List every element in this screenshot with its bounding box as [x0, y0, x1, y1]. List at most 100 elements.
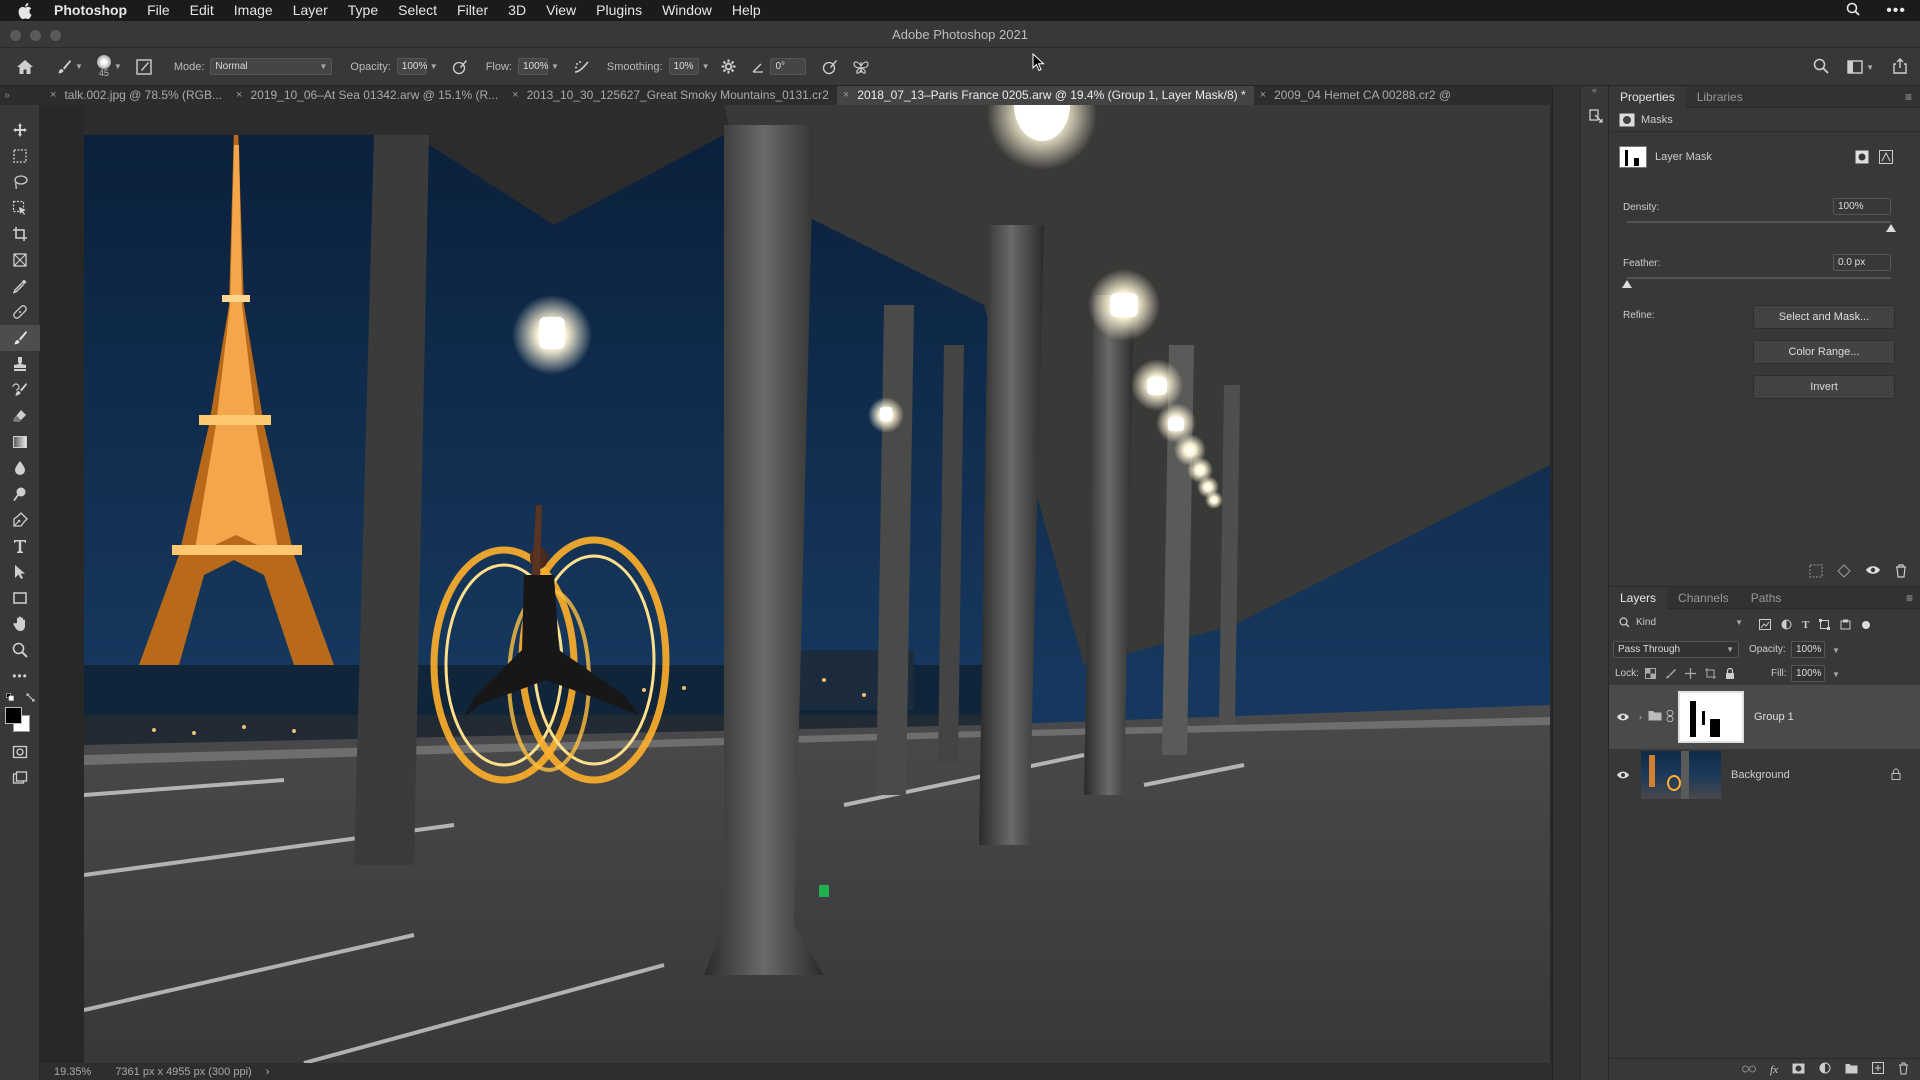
select-and-mask-button[interactable]: Select and Mask... [1753, 305, 1895, 329]
collapse-panels-icon[interactable]: « [1581, 86, 1608, 95]
share-button[interactable] [1892, 57, 1908, 77]
tab-document-1[interactable]: × talk.002.jpg @ 78.5% (RGB... [44, 86, 230, 105]
menu-file[interactable]: File [137, 0, 180, 21]
eyedropper-tool[interactable] [0, 273, 40, 299]
feather-input[interactable]: 0.0 px [1833, 254, 1891, 271]
eraser-tool[interactable] [0, 403, 40, 429]
panel-menu-icon[interactable]: ≡ [1905, 90, 1912, 104]
brush-settings-toggle[interactable] [136, 48, 152, 86]
path-selection-tool[interactable] [0, 559, 40, 585]
tab-layers[interactable]: Layers [1609, 586, 1668, 609]
mode-select[interactable]: Normal ▼ [210, 58, 333, 75]
screen-mode-button[interactable] [0, 765, 40, 791]
frame-tool[interactable] [0, 247, 40, 273]
layer-row-background[interactable]: Background [1609, 749, 1920, 801]
density-input[interactable]: 100% [1833, 198, 1891, 215]
brush-angle-control[interactable] [752, 48, 764, 86]
layer-row-group-1[interactable]: › Group 1 [1609, 685, 1920, 749]
mask-link-icon[interactable] [1666, 709, 1674, 725]
group-mask-thumbnail[interactable] [1678, 691, 1744, 743]
lock-position-icon[interactable] [1685, 668, 1696, 682]
brush-preset-picker[interactable]: 45 [96, 48, 111, 86]
filter-toggle-icon[interactable] [1861, 619, 1871, 633]
marquee-tool[interactable] [0, 143, 40, 169]
layer-style-icon[interactable]: fx [1770, 1064, 1778, 1076]
pressure-opacity-toggle[interactable] [452, 48, 468, 86]
menu-type[interactable]: Type [338, 0, 388, 21]
blur-tool[interactable] [0, 455, 40, 481]
symmetry-toggle[interactable] [852, 48, 870, 86]
delete-layer-icon[interactable] [1898, 1062, 1909, 1078]
crop-tool[interactable] [0, 221, 40, 247]
close-tab-icon[interactable]: × [50, 86, 56, 105]
history-brush-tool[interactable] [0, 377, 40, 403]
zoom-level[interactable]: 19.35% [54, 1066, 91, 1078]
invert-button[interactable]: Invert [1753, 375, 1895, 399]
visibility-eye-icon[interactable] [1865, 564, 1881, 581]
opacity-input[interactable]: 100% [396, 58, 427, 75]
hand-tool[interactable] [0, 611, 40, 637]
edit-toolbar-button[interactable]: ••• [0, 663, 40, 689]
history-panel-button[interactable] [1588, 108, 1608, 127]
filter-type-icon[interactable]: T [1802, 619, 1809, 633]
dodge-tool[interactable] [0, 481, 40, 507]
chevron-down-icon[interactable]: ▼ [1832, 646, 1840, 655]
apple-icon[interactable] [14, 0, 36, 21]
menu-layer[interactable]: Layer [283, 0, 338, 21]
load-selection-icon[interactable] [1809, 564, 1823, 581]
new-group-icon[interactable] [1845, 1063, 1858, 1077]
close-tab-icon[interactable]: × [1260, 86, 1266, 105]
lock-all-icon[interactable] [1725, 667, 1735, 682]
new-layer-icon[interactable] [1872, 1062, 1884, 1077]
apply-mask-icon[interactable] [1837, 564, 1851, 581]
tab-paths[interactable]: Paths [1740, 587, 1793, 609]
tab-document-5[interactable]: × 2009_04 Hemet CA 00288.cr2 @ [1254, 86, 1459, 105]
color-range-button[interactable]: Color Range... [1753, 340, 1895, 364]
move-tool[interactable] [0, 117, 40, 143]
spotlight-search-icon[interactable] [1846, 2, 1860, 19]
tab-document-2[interactable]: × 2019_10_06–At Sea 01342.arw @ 15.1% (R.… [230, 86, 506, 105]
menu-select[interactable]: Select [388, 0, 447, 21]
lock-transparent-icon[interactable] [1645, 668, 1656, 682]
menu-help[interactable]: Help [722, 0, 771, 21]
chevron-down-icon[interactable]: ▼ [551, 62, 559, 71]
menu-3d[interactable]: 3D [498, 0, 536, 21]
panel-menu-icon[interactable]: ≡ [1906, 591, 1913, 605]
add-mask-icon[interactable] [1792, 1063, 1805, 1077]
document-canvas[interactable] [84, 105, 1550, 1063]
chevron-down-icon[interactable]: ▼ [702, 62, 710, 71]
menu-view[interactable]: View [536, 0, 586, 21]
pen-tool[interactable] [0, 507, 40, 533]
menu-filter[interactable]: Filter [447, 0, 498, 21]
smoothing-input[interactable]: 10% [668, 58, 699, 75]
tab-channels[interactable]: Channels [1667, 587, 1740, 609]
zoom-tool[interactable] [0, 637, 40, 663]
tool-preset-picker[interactable]: ▼ [56, 48, 83, 86]
fill-input[interactable]: 100% [1791, 665, 1825, 682]
visibility-eye-icon[interactable] [1609, 770, 1637, 780]
menu-window[interactable]: Window [652, 0, 722, 21]
filter-shape-icon[interactable] [1819, 619, 1831, 633]
blend-mode-select[interactable]: Pass Through ▼ [1613, 641, 1739, 658]
select-pixel-mask-button[interactable] [1855, 150, 1869, 167]
layer-opacity-input[interactable]: 100% [1791, 641, 1825, 658]
airbrush-toggle[interactable] [573, 48, 591, 86]
lasso-tool[interactable] [0, 169, 40, 195]
swap-colors-icon[interactable] [26, 693, 35, 702]
layer-filter-kind[interactable]: Kind ▼ [1619, 617, 1743, 628]
tab-document-active[interactable]: × 2018_07_13–Paris France 0205.arw @ 19.4… [836, 86, 1254, 105]
foreground-color-swatch[interactable] [5, 707, 22, 724]
default-colors-icon[interactable] [6, 693, 14, 701]
lock-pixels-icon[interactable] [1665, 668, 1676, 682]
filter-adjustment-icon[interactable] [1781, 619, 1792, 633]
object-selection-tool[interactable] [0, 195, 40, 221]
home-button[interactable] [16, 48, 34, 86]
type-tool[interactable] [0, 533, 40, 559]
smoothing-options-button[interactable] [721, 48, 737, 86]
density-slider-track[interactable] [1627, 221, 1891, 223]
more-icon[interactable]: ••• [1886, 2, 1906, 20]
filter-pixel-icon[interactable] [1759, 619, 1771, 633]
menu-plugins[interactable]: Plugins [586, 0, 652, 21]
angle-input[interactable]: 0° [770, 58, 807, 75]
menu-app[interactable]: Photoshop [44, 0, 137, 21]
